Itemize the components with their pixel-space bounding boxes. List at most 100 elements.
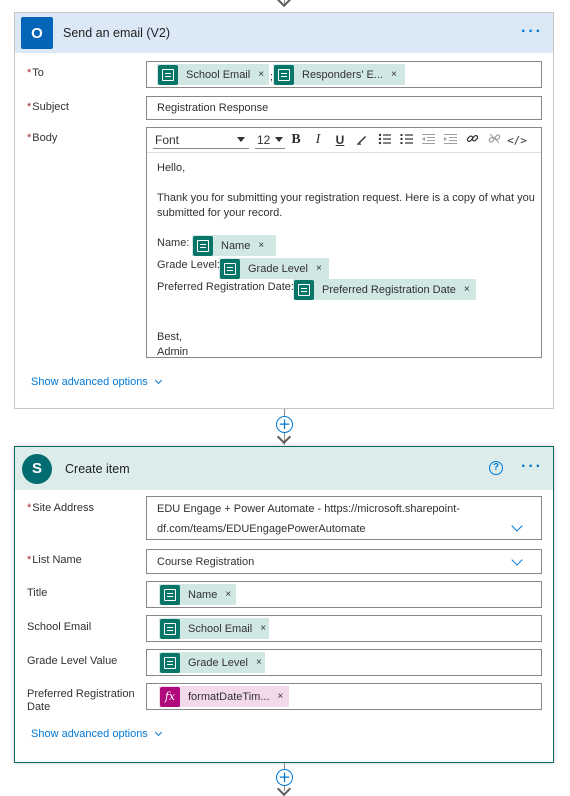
list-name-field[interactable]: Course Registration: [146, 549, 542, 574]
body-para-line2: submitted for your record.: [157, 207, 283, 219]
token-label: Name: [221, 239, 251, 252]
highlight-pen-icon[interactable]: [351, 133, 373, 148]
token-label: Responders' E...: [302, 68, 383, 81]
send-email-header[interactable]: O Send an email (V2) ···: [15, 13, 553, 53]
chevron-down-icon: [154, 728, 162, 737]
remove-token-icon[interactable]: ×: [260, 623, 266, 634]
title-field[interactable]: Name ×: [146, 581, 542, 608]
font-select-value: Font: [155, 133, 180, 147]
sharepoint-icon: S: [22, 453, 52, 484]
body-closing: Best,: [157, 331, 183, 343]
site-address-field[interactable]: EDU Engage + Power Automate - https://mi…: [146, 496, 542, 540]
help-icon[interactable]: ?: [489, 461, 503, 475]
token-preferred-date[interactable]: Preferred Registration Date ×: [293, 279, 476, 300]
remove-token-icon[interactable]: ×: [225, 589, 231, 600]
forms-icon: [274, 64, 294, 85]
show-advanced-options-create[interactable]: Show advanced options: [31, 728, 162, 740]
subject-value: Registration Response: [157, 102, 269, 114]
preferred-date-label: Preferred Registration Date: [27, 688, 135, 713]
remove-token-icon[interactable]: ×: [258, 69, 264, 80]
link-icon[interactable]: [461, 132, 483, 148]
body-pref-label: Preferred Registration Date:: [157, 281, 294, 293]
chevron-down-icon: [154, 376, 162, 385]
token-format-date-time[interactable]: fx formatDateTim... ×: [159, 686, 289, 707]
font-dropdown-icon: [237, 137, 245, 142]
show-advanced-options-email[interactable]: Show advanced options: [31, 376, 162, 388]
remove-token-icon[interactable]: ×: [464, 284, 470, 295]
more-options-icon[interactable]: ···: [521, 23, 543, 41]
font-size-select[interactable]: 12: [255, 131, 285, 149]
bold-button[interactable]: B: [285, 132, 307, 148]
token-name[interactable]: Name ×: [159, 584, 236, 605]
token-label: formatDateTim...: [188, 690, 270, 703]
underline-button[interactable]: U: [329, 133, 351, 147]
increase-indent-icon: [439, 133, 461, 148]
body-greeting: Hello,: [157, 162, 186, 174]
title-label: Title: [27, 587, 48, 599]
token-label: Name: [188, 588, 218, 601]
chevron-down-icon[interactable]: [511, 520, 523, 532]
body-grade-label: Grade Level:: [157, 259, 220, 271]
send-email-card: O Send an email (V2) ··· *To School Emai…: [14, 12, 554, 409]
body-label: *Body: [27, 132, 58, 144]
remove-token-icon[interactable]: ×: [278, 691, 284, 702]
font-select[interactable]: Font: [153, 131, 249, 149]
site-address-line1: EDU Engage + Power Automate - https://mi…: [157, 503, 460, 515]
forms-icon: [158, 64, 178, 85]
more-options-icon[interactable]: ···: [521, 458, 543, 476]
create-item-card: S Create item ? ··· *Site Address EDU En…: [14, 446, 554, 763]
expression-fx-icon: fx: [160, 686, 180, 707]
list-name-label: *List Name: [27, 554, 82, 566]
token-label: Grade Level: [188, 656, 248, 669]
school-email-label: School Email: [27, 621, 92, 633]
token-school-email[interactable]: School Email ×: [159, 618, 269, 639]
code-view-button[interactable]: </>: [505, 134, 529, 147]
subject-field[interactable]: Registration Response: [146, 96, 542, 120]
preferred-date-field[interactable]: fx formatDateTim... ×: [146, 683, 542, 710]
body-editor[interactable]: Font 12 B I U </> Hello, Thank you for s…: [146, 127, 542, 358]
forms-icon: [220, 258, 240, 279]
to-label: *To: [27, 67, 44, 79]
bullet-list-icon[interactable]: [373, 133, 395, 148]
to-field[interactable]: School Email × ; Responders' E... ×: [146, 61, 542, 88]
unlink-icon: [483, 132, 505, 148]
token-label: School Email: [188, 622, 253, 635]
remove-token-icon[interactable]: ×: [316, 263, 322, 274]
size-dropdown-icon: [275, 137, 283, 142]
connector-arrow-top-icon: [276, 0, 292, 8]
remove-token-icon[interactable]: ×: [391, 69, 397, 80]
token-label: Grade Level: [248, 262, 308, 275]
token-label: School Email: [186, 68, 251, 81]
subject-label: *Subject: [27, 101, 69, 113]
token-name[interactable]: Name ×: [192, 235, 276, 256]
grade-level-label: Grade Level Value: [27, 655, 118, 667]
remove-token-icon[interactable]: ×: [256, 657, 262, 668]
chevron-down-icon[interactable]: [511, 554, 523, 566]
token-school-email[interactable]: School Email ×: [157, 64, 269, 85]
create-item-title: Create item: [65, 461, 130, 476]
remove-token-icon[interactable]: ×: [258, 240, 264, 251]
send-email-title: Send an email (V2): [63, 26, 171, 40]
token-grade-level[interactable]: Grade Level ×: [219, 258, 329, 279]
forms-icon: [160, 584, 180, 605]
italic-button[interactable]: I: [307, 132, 329, 148]
sharepoint-icon-letter: S: [31, 460, 42, 477]
site-address-line2: df.com/teams/EDUEngagePowerAutomate: [157, 523, 366, 535]
forms-icon: [160, 618, 180, 639]
forms-icon: [193, 235, 213, 256]
body-name-label: Name:: [157, 237, 190, 249]
token-responders-email[interactable]: Responders' E... ×: [273, 64, 405, 85]
create-item-header[interactable]: S Create item ? ···: [15, 447, 553, 490]
body-para-line1: Thank you for submitting your registrati…: [157, 192, 535, 204]
token-label: Preferred Registration Date: [322, 283, 456, 296]
forms-icon: [294, 279, 314, 300]
outlook-icon-letter: O: [31, 24, 43, 42]
forms-icon: [160, 652, 180, 673]
body-signature: Admin: [157, 346, 189, 358]
numbered-list-icon[interactable]: [395, 133, 417, 148]
font-size-value: 12: [257, 133, 271, 147]
token-grade-level[interactable]: Grade Level ×: [159, 652, 265, 673]
grade-level-field[interactable]: Grade Level ×: [146, 649, 542, 676]
decrease-indent-icon: [417, 133, 439, 148]
school-email-field[interactable]: School Email ×: [146, 615, 542, 642]
